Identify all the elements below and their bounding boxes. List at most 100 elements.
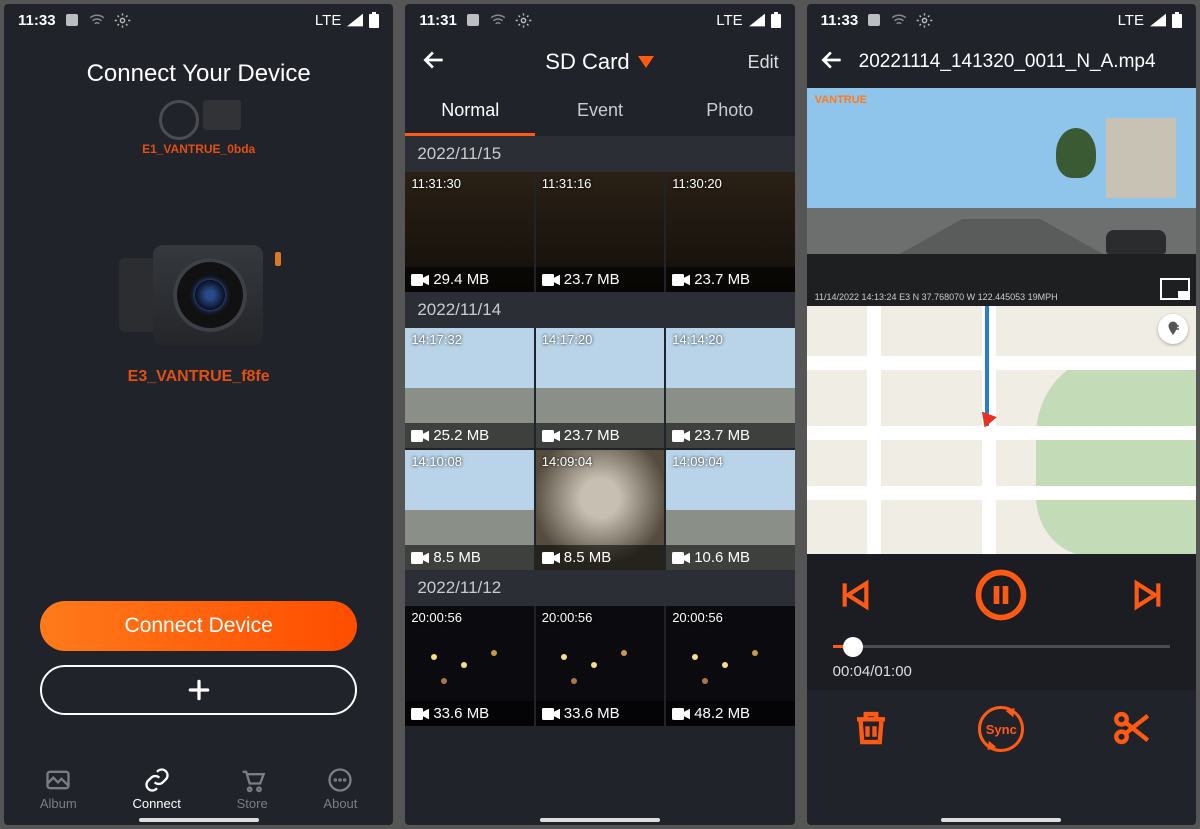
screen-connect: 11:33 LTE Connect Your Device E1_VANTRUE… [4,4,393,825]
gear-icon[interactable] [114,12,131,29]
thumb-timestamp: 20:00:56 [542,610,593,625]
storage-selector[interactable]: SD Card [461,49,737,75]
battery-icon [1172,12,1182,28]
battery-icon [771,12,781,28]
video-thumbnail[interactable]: 20:00:5648.2 MB [666,606,794,726]
date-header: 2022/11/12 [405,570,794,606]
tab-store[interactable]: Store [237,766,268,811]
back-button[interactable] [421,47,451,77]
device-small-label: E1_VANTRUE_0bda [4,142,393,156]
edit-button[interactable]: Edit [748,52,779,73]
thumb-timestamp: 20:00:56 [411,610,462,625]
video-icon [542,551,560,565]
thumb-size: 23.7 MB [536,423,664,448]
video-thumbnail[interactable]: 11:31:3029.4 MB [405,172,533,292]
tab-album[interactable]: Album [40,766,77,811]
network-label: LTE [315,12,341,29]
back-button[interactable] [819,47,849,77]
video-icon [672,707,690,721]
signal-icon [1150,13,1166,27]
status-bar: 11:33 LTE [4,4,393,36]
video-thumbnail[interactable]: 20:00:5633.6 MB [405,606,533,726]
tab-about[interactable]: About [323,766,357,811]
home-indicator[interactable] [941,818,1061,822]
video-thumbnail[interactable]: 14:17:3225.2 MB [405,328,533,448]
cart-icon [238,766,266,794]
thumb-size: 23.7 MB [666,423,794,448]
screen-playback: 11:33 LTE 20221114_141320_0011_N_A.mp4 V… [807,4,1196,825]
tab-photo[interactable]: Photo [665,88,795,136]
plus-icon [186,677,212,703]
notification-icon [64,12,80,28]
seek-bar[interactable] [833,637,1170,657]
thumb-size: 8.5 MB [536,545,664,570]
add-device-button[interactable] [40,665,357,715]
video-icon [411,273,429,287]
thumb-timestamp: 11:30:20 [672,176,722,191]
thumb-timestamp: 14:17:20 [542,332,593,347]
prev-button[interactable] [833,575,873,618]
thumb-size: 25.2 MB [405,423,533,448]
video-player[interactable]: VANTRUE 11/14/2022 14:13:24 E3 N 37.7680… [807,88,1196,306]
seek-thumb[interactable] [843,637,863,657]
storage-label: SD Card [545,49,629,75]
pause-button[interactable] [974,568,1028,625]
thumb-size: 33.6 MB [536,701,664,726]
tab-event[interactable]: Event [535,88,665,136]
home-indicator[interactable] [139,818,259,822]
video-thumbnail[interactable]: 20:00:56 33.6 MB [536,606,664,726]
sync-button[interactable]: Sync [978,706,1024,752]
sync-label: Sync [986,722,1017,737]
pin-icon [1164,320,1182,338]
network-label: LTE [1118,12,1144,29]
media-tabs: Normal Event Photo [405,88,794,136]
video-icon [542,707,560,721]
thumb-size: 23.7 MB [666,267,794,292]
video-thumbnail[interactable]: 14:09:0410.6 MB [666,450,794,570]
clock: 11:33 [821,12,859,29]
device-thumbnail-large[interactable] [119,240,279,350]
next-button[interactable] [1130,575,1170,618]
pause-icon [974,568,1028,622]
thumb-timestamp: 14:14:20 [672,332,723,347]
chevron-down-icon [638,56,654,68]
pip-toggle-icon[interactable] [1160,278,1190,300]
video-thumbnail[interactable]: 14:14:20 23.7 MB [666,328,794,448]
date-header: 2022/11/15 [405,136,794,172]
video-icon [542,273,560,287]
chat-icon [326,766,354,794]
arrow-left-icon [421,47,447,73]
delete-button[interactable] [850,706,892,752]
video-thumbnail[interactable]: 11:31:1623.7 MB [536,172,664,292]
date-header: 2022/11/14 [405,292,794,328]
arrow-left-icon [819,47,845,73]
video-icon [411,429,429,443]
video-icon [672,429,690,443]
thumb-timestamp: 14:10:08 [411,454,462,469]
home-indicator[interactable] [540,818,660,822]
gear-icon[interactable] [515,12,532,29]
video-icon [411,551,429,565]
thumb-size: 48.2 MB [666,701,794,726]
tab-connect[interactable]: Connect [132,766,180,811]
video-thumbnail[interactable]: 14:09:048.5 MB [536,450,664,570]
notification-icon [465,12,481,28]
tab-about-label: About [323,796,357,811]
tab-connect-label: Connect [132,796,180,811]
gear-icon[interactable] [916,12,933,29]
map-layers-button[interactable] [1158,314,1188,344]
video-thumbnail[interactable]: 11:30:20 23.7 MB [666,172,794,292]
gps-map[interactable] [807,306,1196,554]
video-thumbnail[interactable]: 14:10:088.5 MB [405,450,533,570]
connect-device-button[interactable]: Connect Device [40,601,357,651]
page-title: Connect Your Device [4,60,393,88]
trim-button[interactable] [1111,706,1153,752]
signal-icon [749,13,765,27]
video-thumbnail[interactable]: 14:17:20 23.7 MB [536,328,664,448]
video-list[interactable]: 2022/11/1511:31:3029.4 MB11:31:1623.7 MB… [405,136,794,816]
album-icon [44,766,72,794]
scissors-icon [1111,707,1153,749]
thumb-timestamp: 11:31:30 [411,176,461,191]
device-thumbnail-small[interactable] [139,96,259,136]
tab-normal[interactable]: Normal [405,88,535,136]
